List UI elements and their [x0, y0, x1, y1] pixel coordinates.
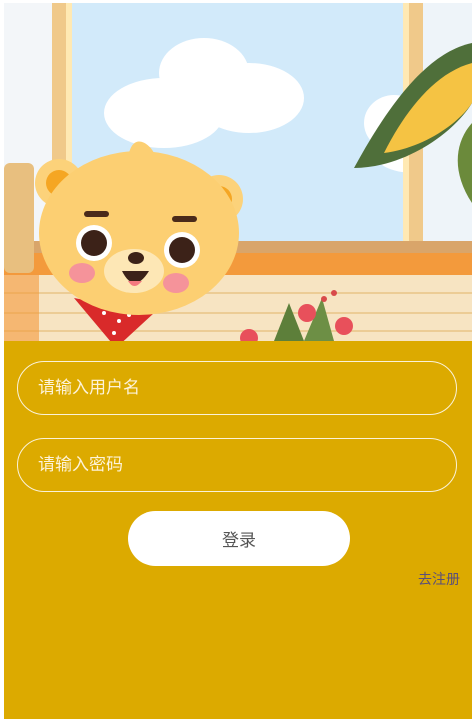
login-page: 登录 去注册: [4, 3, 472, 719]
login-form: 登录 去注册: [4, 341, 472, 719]
bear-window-illustration: [4, 3, 472, 341]
password-field: [17, 438, 457, 492]
register-link[interactable]: 去注册: [418, 569, 460, 589]
hero-illustration: [4, 3, 472, 341]
username-input[interactable]: [18, 362, 456, 414]
username-field: [17, 361, 457, 415]
password-input[interactable]: [18, 439, 456, 491]
login-button[interactable]: 登录: [128, 511, 350, 566]
